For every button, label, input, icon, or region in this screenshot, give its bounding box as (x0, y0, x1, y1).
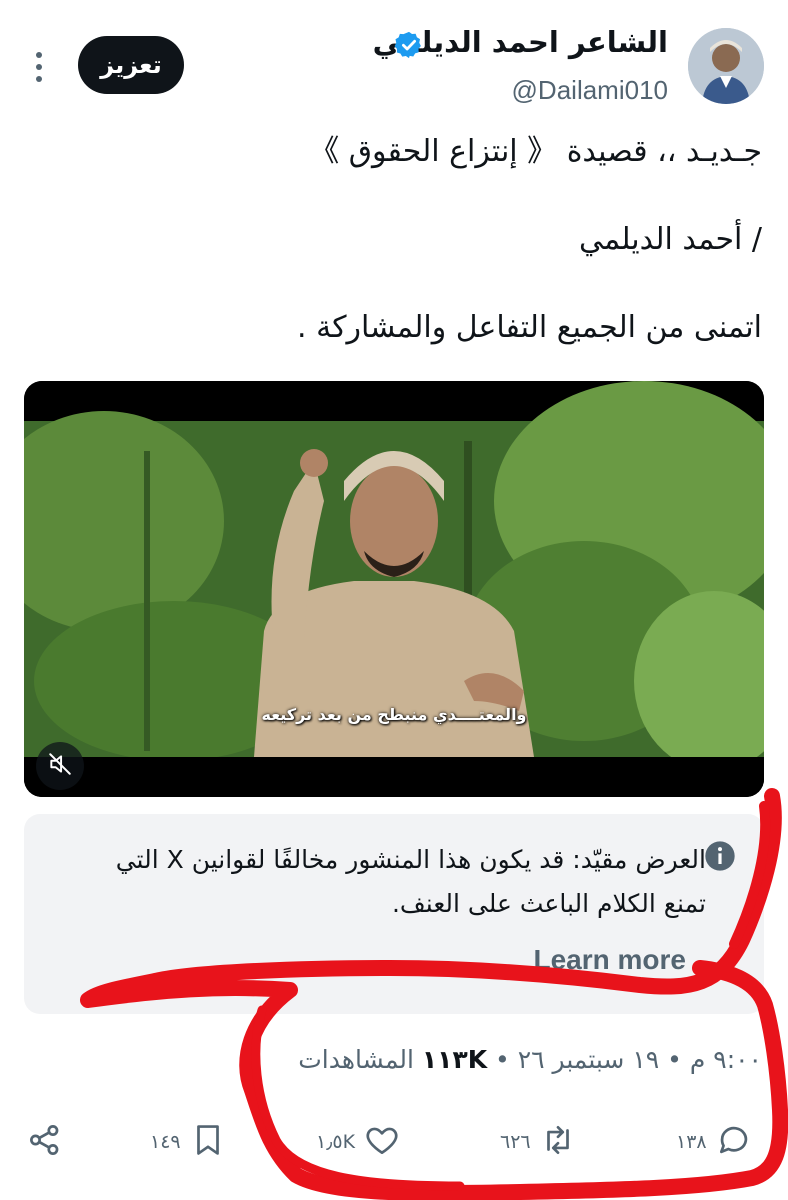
repost-button[interactable]: ٦٢٦ (500, 1120, 577, 1164)
share-icon (26, 1121, 64, 1164)
mute-icon (47, 751, 73, 781)
bookmark-icon (189, 1121, 227, 1164)
mute-button[interactable] (36, 742, 84, 790)
like-icon (363, 1121, 401, 1164)
avatar[interactable] (688, 28, 764, 104)
video-player[interactable]: والمعتــــدي منبطح من بعد تركيعه (24, 381, 764, 797)
like-count: ١٫٥K (316, 1131, 356, 1153)
tweet-meta: ٩:٠٠ م • ١٩ سبتمبر ٢٦ • ١١٣K المشاهدات (298, 1045, 762, 1074)
video-subtitle: والمعتــــدي منبطح من بعد تركيعه (261, 705, 527, 724)
reply-icon (715, 1121, 753, 1164)
tweet-time[interactable]: ٩:٠٠ م (690, 1045, 762, 1074)
info-icon (704, 840, 736, 872)
tweet-date[interactable]: ١٩ سبتمبر ٢٦ (518, 1045, 659, 1074)
like-button[interactable]: ١٫٥K (316, 1120, 401, 1164)
reply-count: ١٣٨ (676, 1131, 707, 1153)
tweet-text-line: جـديـد ،، قصيدة 《 إنتزاع الحقوق 》 (309, 134, 762, 169)
views-count: ١١٣K (421, 1045, 488, 1074)
repost-count: ٦٢٦ (500, 1131, 531, 1153)
bookmark-button[interactable]: ١٤٩ (150, 1120, 227, 1164)
bookmark-count: ١٤٩ (150, 1131, 181, 1153)
user-handle[interactable]: @Dailami010 (512, 72, 668, 108)
video-frame (24, 381, 764, 797)
repost-icon (539, 1121, 577, 1164)
verified-badge-icon (394, 30, 424, 60)
tweet-text-line: اتمنى من الجميع التفاعل والمشاركة . (297, 310, 762, 345)
notice-text: العرض مقيّد: قد يكون هذا المنشور مخالفًا… (115, 845, 706, 918)
boost-button[interactable]: تعزيز (78, 36, 184, 94)
tweet-text-line: / أحمد الديلمي (578, 222, 762, 257)
views-label: المشاهدات (298, 1045, 414, 1074)
reply-button[interactable]: ١٣٨ (676, 1120, 753, 1164)
learn-more-link[interactable]: Learn more (534, 938, 687, 982)
more-dots-icon[interactable] (34, 50, 44, 84)
share-button[interactable] (26, 1120, 64, 1164)
